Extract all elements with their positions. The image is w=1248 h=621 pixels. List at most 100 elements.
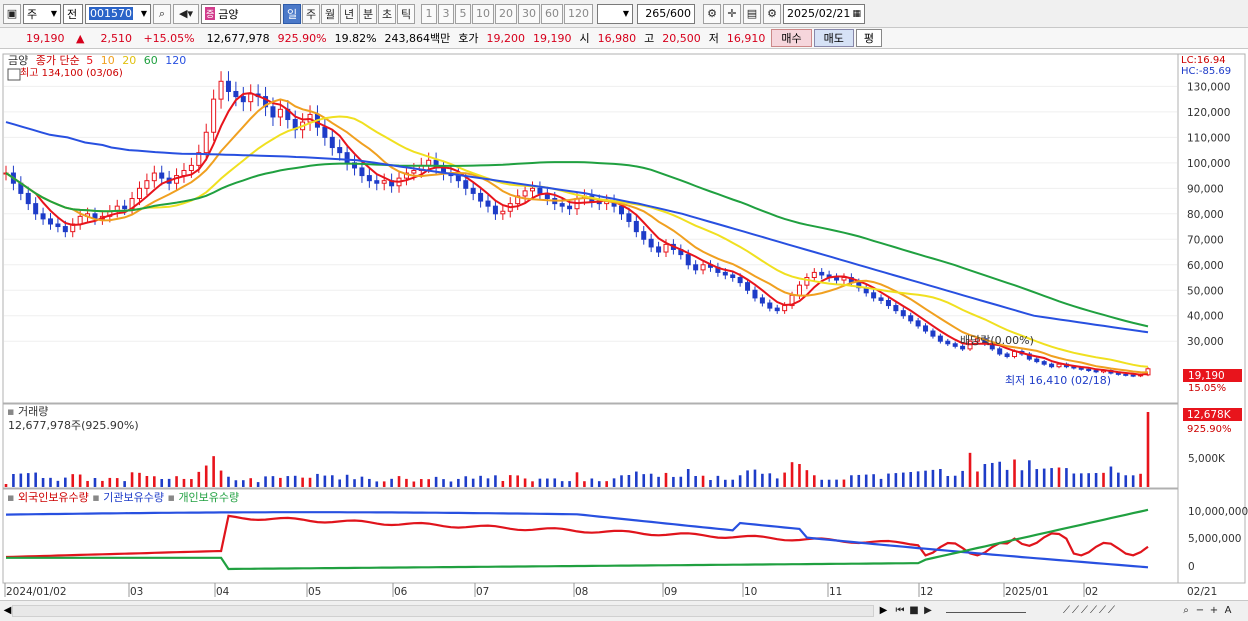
interval-button-120[interactable]: 120 [564, 3, 593, 24]
tab-period-0[interactable]: 일 [283, 3, 301, 24]
volume-bar [1102, 472, 1105, 487]
volume-bar [160, 479, 164, 487]
date-field[interactable]: 2025/02/21 ▦ [783, 3, 865, 24]
volume-bar [1124, 475, 1128, 487]
volume-bar [672, 476, 675, 487]
volume-bar [812, 475, 816, 487]
candle-body [411, 169, 417, 174]
interval-button-1[interactable]: 1 [421, 3, 437, 24]
x-axis-label: 12 [920, 586, 933, 598]
candle-body [945, 340, 951, 345]
auto-scale-icon[interactable]: A [1222, 604, 1234, 618]
ask-price: 19,200 [486, 31, 526, 45]
candle-body [1049, 363, 1055, 368]
volume-bar [546, 478, 549, 487]
volume-bar [894, 473, 898, 487]
table-toggle-icon[interactable] [7, 68, 21, 81]
data-count-field[interactable]: 265/600 [637, 3, 695, 24]
volume-bar [494, 475, 497, 487]
buy-label: 매수 [781, 32, 802, 45]
buy-button[interactable]: 매수 [771, 29, 812, 47]
chevron-down-icon: ▼ [50, 9, 57, 18]
tab-period-5[interactable]: 초 [378, 3, 396, 24]
speaker-icon[interactable]: ◀▾ [173, 3, 199, 24]
minus-icon[interactable]: − [1194, 604, 1206, 618]
candle-body [1034, 358, 1040, 363]
type-select[interactable]: 주 ▼ [23, 3, 61, 24]
interval-button-3[interactable]: 3 [438, 3, 454, 24]
volume-bar [953, 475, 957, 487]
volume-bar [701, 475, 705, 487]
plus-icon[interactable]: + [1208, 604, 1220, 618]
stock-name-field[interactable]: 증 금양 [201, 3, 281, 24]
open-label: 시 [579, 32, 590, 45]
volume-bar [71, 474, 75, 487]
custom-interval-select[interactable]: ▼ [597, 3, 633, 24]
volume-bar [442, 479, 445, 487]
volume-ratio: 925.90% [277, 31, 327, 45]
volume-bar [642, 474, 646, 487]
x-axis-label: 10 [744, 586, 757, 598]
tab-period-4[interactable]: 분 [359, 3, 377, 24]
search-icon[interactable]: ⌕ [153, 3, 171, 24]
interval-button-10[interactable]: 10 [472, 3, 494, 24]
prev-button[interactable]: 전 [63, 3, 83, 24]
holding-y-tick-0: 0 [1188, 561, 1195, 573]
candle-body [885, 299, 891, 307]
volume-bar [1146, 412, 1150, 487]
candle-body [277, 108, 283, 118]
volume-bar [731, 479, 735, 487]
x-axis-label: 09 [664, 586, 677, 598]
stop-icon[interactable]: ■ [908, 604, 920, 618]
zoom-icon[interactable]: ⌕ [1180, 604, 1192, 618]
stock-code-input[interactable]: 001570 ▼ [85, 3, 151, 24]
average-button[interactable]: 평 [855, 29, 883, 47]
candle-body [722, 271, 728, 276]
window-icon[interactable]: ▣ [3, 3, 21, 24]
speed-slider[interactable] [946, 604, 1026, 613]
open-price: 16,980 [597, 31, 637, 45]
price-y-tick: 130,000 [1187, 81, 1230, 93]
chart-scrollbar[interactable]: ◀ ▶ ⏮ ■ ▶ ⟋⟋⟋⟋⟋⟋ ⌕ − + A [0, 600, 1248, 621]
tab-period-6[interactable]: 틱 [397, 3, 415, 24]
volume-value: 12,677,978 [206, 31, 270, 45]
candle-body [77, 215, 83, 225]
save-icon[interactable]: ▤ [743, 3, 761, 24]
interval-button-5[interactable]: 5 [455, 3, 471, 24]
candle-settings-icon[interactable]: ⚙ [703, 3, 721, 24]
hc-label: HC:-85.69 [1181, 66, 1231, 77]
volume-bar [56, 480, 60, 487]
volume-bar [93, 478, 97, 487]
volume-bar [635, 471, 638, 487]
scroll-track[interactable] [12, 605, 874, 617]
volume-bar [850, 475, 853, 487]
ma-label-60: 60 [144, 54, 158, 67]
price-y-tick: 110,000 [1187, 132, 1230, 144]
gear-icon[interactable]: ⚙ [763, 3, 781, 24]
rewind-icon[interactable]: ⏮ [894, 604, 906, 618]
volume-bar [271, 476, 275, 487]
volume-bar [827, 479, 831, 487]
drawing-tools-icon[interactable]: ⟋⟋⟋⟋⟋⟋ [1040, 604, 1140, 618]
interval-button-20[interactable]: 20 [495, 3, 517, 24]
chevron-down-icon: ▼ [622, 9, 629, 18]
stock-chart[interactable]: 금양 종가 단순 5 10 20 60 120 최고 134,100 (03/0… [0, 52, 1248, 600]
tab-period-3[interactable]: 년 [340, 3, 358, 24]
tab-period-2[interactable]: 월 [321, 3, 339, 24]
ma-label-20: 20 [122, 54, 136, 67]
volume-bar [879, 478, 883, 487]
crosshair-icon[interactable]: ✛ [723, 3, 741, 24]
tab-period-1[interactable]: 주 [302, 3, 320, 24]
interval-button-30[interactable]: 30 [518, 3, 540, 24]
candle-body [159, 172, 165, 179]
candle-body [485, 200, 491, 207]
interval-button-60[interactable]: 60 [541, 3, 563, 24]
sell-button[interactable]: 매도 [813, 29, 854, 47]
scroll-right-icon[interactable]: ▶ [878, 604, 889, 618]
volume-bar [234, 480, 238, 487]
data-max: /600 [666, 7, 691, 20]
play-icon[interactable]: ▶ [922, 604, 934, 618]
quote-info-bar: 19,190 ▲ 2,510 +15.05% 12,677,978 925.90… [0, 28, 1248, 49]
candle-body [211, 98, 217, 133]
candle-body [952, 343, 958, 347]
